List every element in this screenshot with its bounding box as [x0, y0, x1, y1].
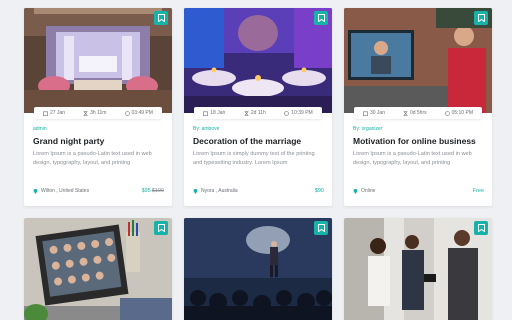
event-time-text: 03:49 PM: [131, 110, 153, 116]
event-time-text: 05:10 PM: [451, 110, 473, 116]
bookmark-icon: [477, 224, 485, 232]
bookmark-icon: [477, 14, 485, 22]
map-pin-icon: [193, 189, 198, 194]
event-card[interactable]: 27 Jan 3h 11m 03:49 PM admin Grand night…: [24, 8, 172, 206]
event-location-text: Online: [361, 188, 376, 194]
event-description: Lorem Ipsum is a pseudo-Latin text used …: [353, 151, 472, 166]
event-date: 30 Jan: [363, 110, 385, 116]
map-pin-icon: [353, 189, 358, 194]
event-author[interactable]: admin: [33, 126, 165, 132]
event-footer: Online Free: [353, 188, 484, 194]
bookmark-button[interactable]: [154, 11, 168, 25]
wedding-stage-image: [24, 8, 172, 113]
event-footer: Nyora , Australia $90: [193, 188, 324, 194]
hourglass-icon: [244, 110, 249, 116]
clock-icon: [284, 110, 290, 116]
event-date-text: 30 Jan: [369, 110, 385, 116]
calendar-icon: [363, 111, 368, 116]
event-meta-bar: 18 Jan 2d 11h 10:39 PM: [194, 107, 322, 119]
event-old-price: $100: [151, 188, 164, 194]
event-time-text: 10:39 PM: [291, 110, 313, 116]
event-image[interactable]: [184, 218, 332, 320]
event-duration-text: 0d 5hrs: [409, 110, 427, 116]
video-call-laptop-image: [24, 218, 172, 320]
event-card[interactable]: [184, 218, 332, 320]
event-location: Wilton , United States: [33, 188, 89, 194]
bookmark-button[interactable]: [154, 221, 168, 235]
event-image[interactable]: [344, 8, 492, 113]
event-image[interactable]: [344, 218, 492, 320]
calendar-icon: [43, 111, 48, 116]
event-duration-text: 2d 11h: [250, 110, 266, 116]
hourglass-icon: [403, 110, 408, 116]
event-price: Free: [473, 188, 484, 194]
event-time: 05:10 PM: [444, 110, 473, 116]
event-price-text: $90: [314, 188, 324, 194]
bookmark-icon: [317, 224, 325, 232]
event-footer: Wilton , United States $95$100: [33, 188, 164, 194]
event-card[interactable]: [24, 218, 172, 320]
event-date-text: 18 Jan: [210, 110, 226, 116]
bookmark-button[interactable]: [474, 11, 488, 25]
event-grid: 27 Jan 3h 11m 03:49 PM admin Grand night…: [0, 0, 512, 320]
event-duration: 3h 11m: [83, 110, 106, 116]
bookmark-button[interactable]: [474, 221, 488, 235]
event-location: Online: [353, 188, 375, 194]
event-meta-bar: 30 Jan 0d 5hrs 05:10 PM: [354, 107, 482, 119]
map-pin-icon: [33, 189, 38, 194]
event-author[interactable]: By: organizer: [353, 126, 485, 132]
bookmark-icon: [157, 224, 165, 232]
event-card[interactable]: 30 Jan 0d 5hrs 05:10 PM By: organizer Mo…: [344, 8, 492, 206]
event-date: 18 Jan: [203, 110, 225, 116]
event-description: Lorem Ipsum is simply dummy text of the …: [193, 151, 315, 166]
event-image[interactable]: [184, 8, 332, 113]
event-duration: 0d 5hrs: [403, 110, 427, 116]
event-date-text: 27 Jan: [50, 110, 66, 116]
event-card[interactable]: [344, 218, 492, 320]
event-duration-text: 3h 11m: [90, 110, 107, 116]
bookmark-button[interactable]: [314, 11, 328, 25]
bookmark-icon: [157, 14, 165, 22]
clock-icon: [444, 110, 450, 116]
bookmark-button[interactable]: [314, 221, 328, 235]
event-price-text: $95: [141, 188, 151, 194]
event-description: Lorem Ipsum is a pseudo-Latin text used …: [33, 151, 152, 166]
event-title[interactable]: Grand night party: [33, 136, 165, 146]
event-image[interactable]: [24, 8, 172, 113]
business-people-image: [344, 218, 492, 320]
event-title[interactable]: Decoration of the marriage: [193, 136, 325, 146]
event-time: 03:49 PM: [124, 110, 153, 116]
online-meeting-image: [344, 8, 492, 113]
event-location-text: Nyora , Australia: [201, 188, 238, 194]
event-title[interactable]: Motivation for online business: [353, 136, 485, 146]
event-price: $90: [315, 188, 324, 194]
event-body: By: ambove Decoration of the marriage Lo…: [193, 126, 325, 168]
event-price: $95$100: [142, 188, 164, 194]
calendar-icon: [203, 111, 209, 116]
event-card[interactable]: 18 Jan 2d 11h 10:39 PM By: ambove Decora…: [184, 8, 332, 206]
event-date: 27 Jan: [43, 110, 65, 116]
bookmark-icon: [317, 14, 325, 22]
event-time: 10:39 PM: [284, 110, 313, 116]
clock-icon: [124, 110, 130, 116]
event-price-text: Free: [472, 188, 484, 194]
conference-speaker-image: [184, 218, 332, 320]
event-body: admin Grand night party Lorem Ipsum is a…: [33, 126, 165, 168]
banquet-hall-image: [184, 8, 332, 113]
event-author[interactable]: By: ambove: [193, 126, 325, 132]
event-location-text: Wilton , United States: [41, 188, 90, 194]
event-image[interactable]: [24, 218, 172, 320]
event-duration: 2d 11h: [244, 110, 266, 116]
event-meta-bar: 27 Jan 3h 11m 03:49 PM: [34, 107, 162, 119]
event-location: Nyora , Australia: [193, 188, 238, 194]
hourglass-icon: [83, 110, 88, 116]
event-body: By: organizer Motivation for online busi…: [353, 126, 485, 168]
